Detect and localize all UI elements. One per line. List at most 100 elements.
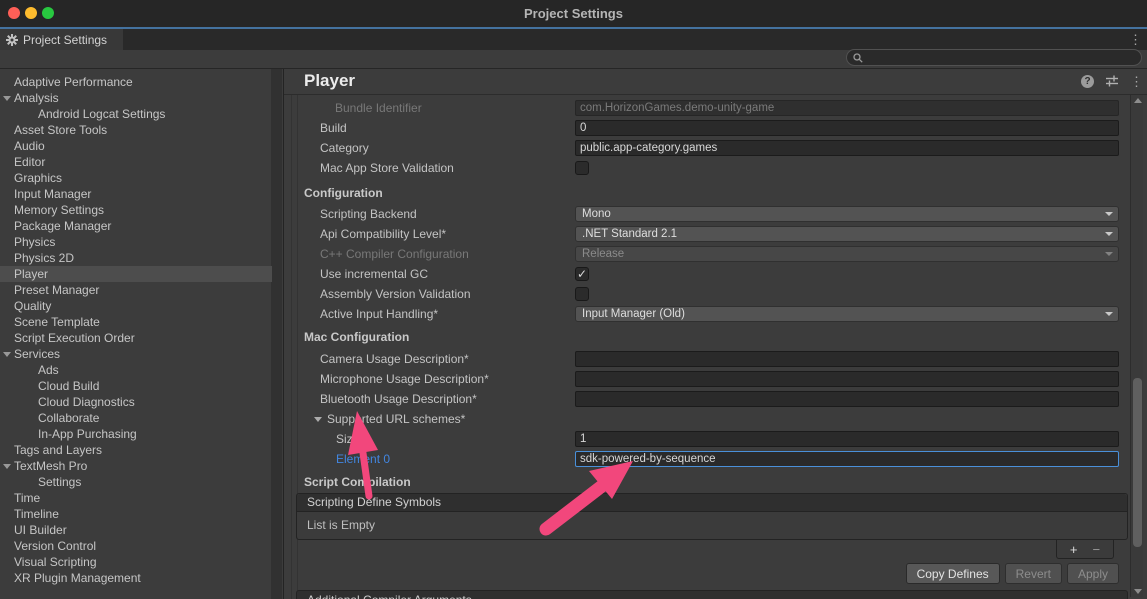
api-compatibility-dropdown[interactable]: .NET Standard 2.1 bbox=[575, 226, 1119, 242]
zoom-window-button[interactable] bbox=[42, 7, 54, 19]
sidebar-item-in-app-purchasing[interactable]: In-App Purchasing bbox=[0, 426, 272, 442]
url-schemes-size-field[interactable] bbox=[575, 431, 1119, 447]
field-row-camera-usage: Camera Usage Description* bbox=[284, 349, 1128, 369]
sidebar-item-time[interactable]: Time bbox=[0, 490, 272, 506]
field-label: Assembly Version Validation bbox=[284, 287, 575, 301]
remove-item-button[interactable]: − bbox=[1093, 543, 1101, 556]
minimize-window-button[interactable] bbox=[25, 7, 37, 19]
field-row-bundle-identifier: Bundle Identifier bbox=[284, 98, 1128, 118]
microphone-usage-description-field[interactable] bbox=[575, 371, 1119, 387]
field-row-category: Category bbox=[284, 138, 1128, 158]
sidebar-item-quality[interactable]: Quality bbox=[0, 298, 272, 314]
sidebar-scrollbar-gutter[interactable] bbox=[271, 69, 282, 599]
revert-button[interactable]: Revert bbox=[1005, 563, 1062, 584]
bluetooth-usage-description-field[interactable] bbox=[575, 391, 1119, 407]
active-input-handling-dropdown[interactable]: Input Manager (Old) bbox=[575, 306, 1119, 322]
sidebar-item-textmesh-pro[interactable]: TextMesh Pro bbox=[0, 458, 272, 474]
search-icon bbox=[853, 53, 863, 63]
field-row-supported-url-schemes: Supported URL schemes* bbox=[284, 409, 1128, 429]
url-scheme-element-0-field[interactable] bbox=[575, 451, 1119, 467]
scrollbar-thumb[interactable] bbox=[1133, 378, 1142, 547]
sidebar-item-ads[interactable]: Ads bbox=[0, 362, 272, 378]
sidebar-item-ui-builder[interactable]: UI Builder bbox=[0, 522, 272, 538]
sidebar-item-tags-and-layers[interactable]: Tags and Layers bbox=[0, 442, 272, 458]
mac-app-store-validation-checkbox[interactable] bbox=[575, 161, 589, 175]
kebab-menu-icon[interactable]: ⋮ bbox=[1130, 75, 1143, 88]
field-label: Api Compatibility Level* bbox=[284, 227, 575, 241]
sidebar-item-preset-manager[interactable]: Preset Manager bbox=[0, 282, 272, 298]
field-row-microphone-usage: Microphone Usage Description* bbox=[284, 369, 1128, 389]
field-row-bluetooth-usage: Bluetooth Usage Description* bbox=[284, 389, 1128, 409]
sidebar-item-graphics[interactable]: Graphics bbox=[0, 170, 272, 186]
vertical-scrollbar[interactable] bbox=[1130, 95, 1143, 597]
sidebar-item-adaptive-performance[interactable]: Adaptive Performance bbox=[0, 74, 272, 90]
titlebar: Project Settings bbox=[0, 0, 1147, 27]
field-label: Build bbox=[284, 121, 575, 135]
foldout-arrow-icon[interactable] bbox=[3, 96, 11, 101]
sidebar-item-cloud-diagnostics[interactable]: Cloud Diagnostics bbox=[0, 394, 272, 410]
build-field[interactable] bbox=[575, 120, 1119, 136]
sidebar-item-asset-store-tools[interactable]: Asset Store Tools bbox=[0, 122, 272, 138]
tab-strip: Project Settings ⋮ bbox=[0, 29, 1147, 50]
sidebar-item-services[interactable]: Services bbox=[0, 346, 272, 362]
close-window-button[interactable] bbox=[8, 7, 20, 19]
scroll-down-arrow-icon[interactable] bbox=[1134, 589, 1142, 594]
use-incremental-gc-checkbox[interactable] bbox=[575, 267, 589, 281]
foldout-arrow-icon[interactable] bbox=[3, 464, 11, 469]
sidebar-item-editor[interactable]: Editor bbox=[0, 154, 272, 170]
field-label: Bundle Identifier bbox=[284, 101, 575, 115]
list-footer: + − bbox=[284, 540, 1128, 559]
sidebar-item-visual-scripting[interactable]: Visual Scripting bbox=[0, 554, 272, 570]
sidebar-item-scene-template[interactable]: Scene Template bbox=[0, 314, 272, 330]
sidebar-item-collaborate[interactable]: Collaborate bbox=[0, 410, 272, 426]
dropdown-arrow-icon bbox=[1105, 232, 1113, 236]
dropdown-arrow-icon bbox=[1105, 312, 1113, 316]
window-title: Project Settings bbox=[524, 6, 623, 21]
sidebar-item-xr-plugin-management[interactable]: XR Plugin Management bbox=[0, 570, 272, 586]
field-row-active-input-handling: Active Input Handling* Input Manager (Ol… bbox=[284, 304, 1128, 324]
field-row-mac-app-store-validation: Mac App Store Validation bbox=[284, 158, 1128, 178]
sidebar-item-physics-2d[interactable]: Physics 2D bbox=[0, 250, 272, 266]
apply-button[interactable]: Apply bbox=[1067, 563, 1119, 584]
sidebar-item-version-control[interactable]: Version Control bbox=[0, 538, 272, 554]
sidebar-item-cloud-build[interactable]: Cloud Build bbox=[0, 378, 272, 394]
field-row-use-incremental-gc: Use incremental GC bbox=[284, 264, 1128, 284]
sidebar-item-player-selected[interactable]: Player bbox=[0, 266, 272, 282]
copy-defines-button[interactable]: Copy Defines bbox=[906, 563, 1000, 584]
sidebar-item-tmp-settings[interactable]: Settings bbox=[0, 474, 272, 490]
sidebar-item-analysis[interactable]: Analysis bbox=[0, 90, 272, 106]
player-settings-content: Bundle Identifier Build Category Mac App… bbox=[284, 94, 1128, 599]
help-icon[interactable]: ? bbox=[1081, 75, 1094, 88]
field-label: Mac App Store Validation bbox=[284, 161, 575, 175]
tab-project-settings[interactable]: Project Settings bbox=[0, 29, 123, 50]
scripting-define-symbols-list: Scripting Define Symbols List is Empty bbox=[296, 493, 1128, 540]
sidebar-item-audio[interactable]: Audio bbox=[0, 138, 272, 154]
field-label: Microphone Usage Description* bbox=[284, 372, 575, 386]
bundle-identifier-field[interactable] bbox=[575, 100, 1119, 116]
camera-usage-description-field[interactable] bbox=[575, 351, 1119, 367]
scroll-up-arrow-icon[interactable] bbox=[1134, 98, 1142, 103]
add-item-button[interactable]: + bbox=[1070, 543, 1078, 556]
presets-icon[interactable] bbox=[1105, 75, 1119, 87]
define-symbols-actions: Copy Defines Revert Apply bbox=[284, 563, 1128, 584]
field-label: Category bbox=[284, 141, 575, 155]
section-header-configuration: Configuration bbox=[284, 184, 1128, 202]
field-row-api-compatibility: Api Compatibility Level* .NET Standard 2… bbox=[284, 224, 1128, 244]
sidebar-item-package-manager[interactable]: Package Manager bbox=[0, 218, 272, 234]
supported-url-schemes-foldout[interactable]: Supported URL schemes* bbox=[284, 412, 575, 426]
foldout-arrow-icon[interactable] bbox=[3, 352, 11, 357]
search-box[interactable] bbox=[846, 49, 1142, 66]
field-label: Camera Usage Description* bbox=[284, 352, 575, 366]
scripting-backend-dropdown[interactable]: Mono bbox=[575, 206, 1119, 222]
tab-overflow-menu-icon[interactable]: ⋮ bbox=[1129, 33, 1142, 46]
sidebar-item-memory-settings[interactable]: Memory Settings bbox=[0, 202, 272, 218]
sidebar-item-script-execution-order[interactable]: Script Execution Order bbox=[0, 330, 272, 346]
search-input[interactable] bbox=[867, 51, 1135, 64]
sidebar-item-physics[interactable]: Physics bbox=[0, 234, 272, 250]
category-field[interactable] bbox=[575, 140, 1119, 156]
sidebar-item-input-manager[interactable]: Input Manager bbox=[0, 186, 272, 202]
field-row-element-0: Element 0 bbox=[284, 449, 1128, 469]
assembly-version-validation-checkbox[interactable] bbox=[575, 287, 589, 301]
sidebar-item-timeline[interactable]: Timeline bbox=[0, 506, 272, 522]
sidebar-item-android-logcat-settings[interactable]: Android Logcat Settings bbox=[0, 106, 272, 122]
